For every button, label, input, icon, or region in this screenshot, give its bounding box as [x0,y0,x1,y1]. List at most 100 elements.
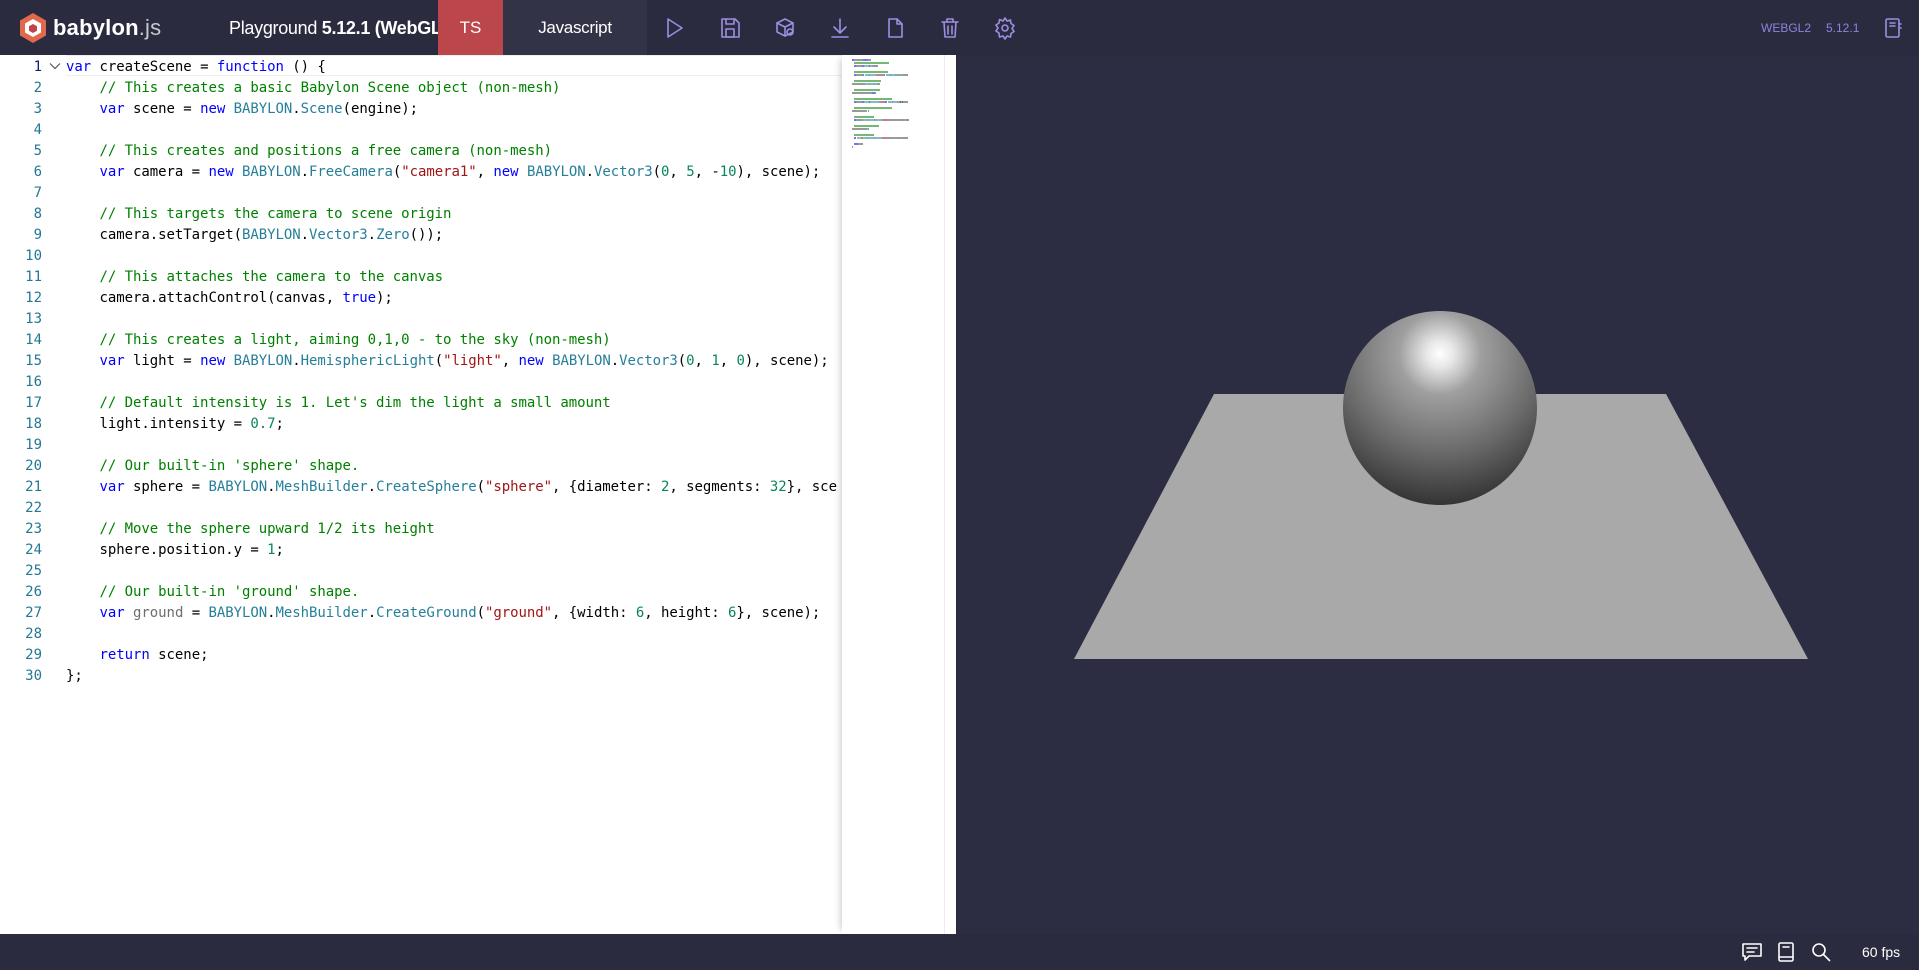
line-number: 17 [25,395,42,411]
code-token: . [367,605,377,621]
code-line[interactable]: }; [66,666,83,687]
code-token: ( [434,353,444,369]
examples-button[interactable] [1879,14,1907,42]
editor-vertical-scrollbar[interactable] [944,55,956,934]
download-icon [831,18,849,38]
fold-chevron-icon[interactable] [49,60,61,72]
code-line[interactable]: return scene; [66,645,209,666]
code-line[interactable]: camera.setTarget(BABYLON.Vector3.Zero())… [66,225,444,246]
line-number: 23 [25,521,42,537]
engine-label[interactable]: WEBGL2 [1761,0,1811,55]
code-line[interactable]: // Move the sphere upward 1/2 its height [66,519,435,540]
code-editor[interactable]: 1 2 3 4 5 6 7 8 9 10 11 12 13 14 15 16 17 18 19 20 21 22 23 24 2… [0,55,956,934]
minimap-token [901,137,908,139]
code-line[interactable]: var scene = new BABYLON.Scene(engine); [66,99,419,120]
search-button[interactable] [1810,941,1832,963]
code-token: ), scene); [736,164,821,180]
minimap-token [854,134,874,136]
minimap-token [852,83,866,85]
code-token: , [694,353,712,369]
documentation-button[interactable] [1775,941,1797,963]
code-line[interactable]: // Our built-in 'ground' shape. [66,582,360,603]
trash-icon [941,18,959,38]
code-token: return [99,647,150,663]
code-token: . [267,479,276,495]
run-button[interactable] [660,14,688,42]
render-canvas[interactable] [958,55,1919,934]
code-minimap[interactable] [842,55,944,934]
code-token: Zero [376,227,410,243]
clear-button[interactable] [936,14,964,42]
code-line[interactable]: var sphere = BABYLON.MeshBuilder.CreateS… [66,477,837,498]
feedback-button[interactable] [1741,941,1763,963]
save-button[interactable] [716,14,744,42]
tab-typescript[interactable]: TS [438,0,503,55]
code-line[interactable]: var light = new BABYLON.HemisphericLight… [66,351,829,372]
new-file-icon [888,18,903,38]
minimap-token [896,119,905,121]
minimap-token [867,137,875,139]
line-number: 27 [25,605,42,621]
code-line[interactable]: var createScene = function () { [66,57,326,78]
minimap-token [874,92,877,94]
code-token: // Move the sphere upward 1/2 its height [99,521,435,537]
minimap-token [854,71,888,73]
code-token: = [183,605,209,621]
code-token: // This targets the camera to scene orig… [99,206,452,222]
code-token: . [292,353,301,369]
code-line[interactable]: // This creates a light, aiming 0,1,0 - … [66,330,611,351]
code-line[interactable]: var camera = new BABYLON.FreeCamera("cam… [66,162,821,183]
code-line[interactable]: // Our built-in 'sphere' shape. [66,456,360,477]
code-token: 10 [719,164,737,180]
code-token: camera.attachControl(canvas, [66,290,343,306]
download-button[interactable] [826,14,854,42]
minimap-token [858,143,863,145]
code-line[interactable]: // This attaches the camera to the canva… [66,267,444,288]
minimap-token [854,116,874,118]
top-bar: babylon.js Playground 5.12.1 (WebGL2) TS… [0,0,1919,55]
code-token: Vector3 [619,353,678,369]
code-token: ( [677,353,687,369]
settings-button[interactable] [991,14,1019,42]
babylon-logo[interactable]: babylon.js [18,0,161,55]
code-token: ( [476,479,485,495]
code-token: BABYLON [552,353,611,369]
code-line[interactable]: // This targets the camera to scene orig… [66,204,452,225]
code-line[interactable]: light.intensity = 0.7; [66,414,284,435]
line-number: 10 [25,248,42,264]
new-file-button[interactable] [881,14,909,42]
line-number: 2 [33,80,42,96]
code-token: // Our built-in 'ground' shape. [99,584,360,600]
code-line[interactable]: camera.attachControl(canvas, true); [66,288,393,309]
code-line[interactable]: // This creates a basic Babylon Scene ob… [66,78,561,99]
code-token: camera.setTarget( [66,227,243,243]
code-token: . [367,227,377,243]
examples-book-icon [1885,18,1902,38]
code-line[interactable]: var ground = BABYLON.MeshBuilder.CreateG… [66,603,821,624]
line-number: 11 [25,269,42,285]
code-token: true [342,290,377,306]
tab-javascript[interactable]: Javascript [503,0,647,55]
code-line[interactable]: // This creates and positions a free cam… [66,141,553,162]
code-token: sphere = [124,479,209,495]
inspector-button[interactable] [771,14,799,42]
minimap-token [854,107,893,109]
code-line[interactable]: // Default intensity is 1. Let's dim the… [66,393,611,414]
line-number: 5 [33,143,42,159]
code-token: 5 [686,164,695,180]
engine-version[interactable]: 5.12.1 [1826,0,1859,55]
code-area[interactable]: var createScene = function () { // This … [66,55,842,934]
code-token: , {width: [552,605,636,621]
code-line[interactable]: sphere.position.y = 1; [66,540,284,561]
playground-label: Playground [229,18,318,38]
code-token: }, sce [786,479,837,495]
